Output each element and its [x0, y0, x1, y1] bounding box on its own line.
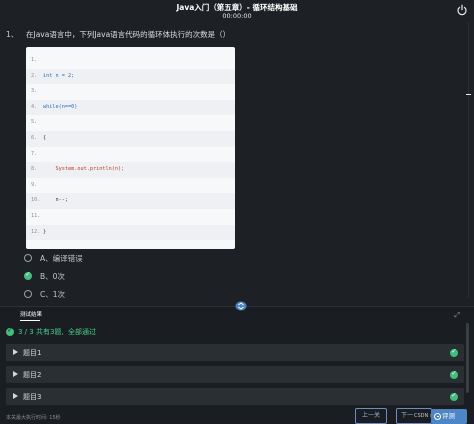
timer: 00:00:00 — [222, 12, 252, 20]
line-number: 11. — [31, 212, 41, 219]
caret-right-icon — [13, 370, 18, 377]
check-circle-icon — [450, 391, 458, 401]
summary-status: 全部通过 — [68, 328, 96, 336]
panel-scrollbar[interactable] — [466, 323, 469, 393]
tab-underline — [20, 320, 40, 321]
test-case-label: 题目1 — [23, 348, 42, 357]
radio-icon[interactable] — [24, 254, 32, 262]
code-line: 12.} — [26, 224, 235, 241]
line-number: 3. — [31, 88, 38, 95]
code-line: 7. — [26, 147, 235, 163]
radio-icon[interactable] — [24, 290, 32, 298]
option-label: B、0次 — [40, 272, 65, 281]
test-case-label: 题目3 — [23, 392, 42, 401]
line-number: 7. — [31, 150, 38, 157]
tab-test-results[interactable]: 测试结果 — [20, 310, 42, 318]
header: Java入门（第五章）- 循环结构基础 00:00:00 — [0, 0, 474, 22]
check-circle-icon — [450, 347, 458, 357]
line-number: 1. — [31, 57, 38, 63]
test-case-label: 题目2 — [23, 370, 42, 379]
line-number: 10. — [31, 197, 41, 204]
line-number: 12. — [31, 228, 41, 235]
line-number: 6. — [31, 134, 38, 141]
question-number: 1、 — [6, 30, 19, 39]
code-line: 8. System.out.println(n); — [26, 162, 235, 178]
test-case-row[interactable]: 题目2 — [6, 366, 464, 383]
code-line: 6. { — [26, 130, 235, 147]
summary-count: 3 / 3 共有3题, — [18, 328, 64, 336]
expand-icon[interactable]: ⤢ — [454, 311, 460, 320]
scroll-thumb[interactable] — [466, 94, 471, 95]
code-text: n--; — [43, 197, 68, 204]
code-line: 5. — [26, 115, 235, 131]
line-number: 9. — [31, 181, 38, 188]
checked-radio-icon[interactable] — [24, 270, 32, 280]
option-label: A、编译错误 — [40, 254, 83, 263]
evaluate-icon — [434, 412, 441, 420]
test-case-row[interactable]: 题目3 — [6, 388, 464, 405]
code-line: 3. — [26, 84, 235, 100]
code-line: 11. — [26, 209, 235, 225]
max-execution-time: 本关最大执行时间: 15秒 — [6, 415, 61, 421]
test-case-row[interactable]: 题目1 — [6, 344, 464, 361]
code-block: 1. 2. int n = 2; 3. 4. while(n==0) 5. 6.{ … — [26, 47, 235, 249]
code-line: 1. — [26, 53, 235, 69]
line-number: 8. — [31, 166, 38, 173]
check-circle-icon — [450, 369, 458, 379]
code-line: 4. while(n==0) — [26, 99, 235, 116]
code-text: System.out.println(n); — [43, 166, 125, 173]
code-text: int n = 2; — [43, 72, 75, 79]
caret-right-icon — [13, 392, 18, 399]
prev-level-button[interactable]: 上一关 — [355, 408, 387, 424]
code-text: } — [43, 228, 47, 235]
code-text: while(n==0) — [43, 103, 78, 110]
evaluate-button[interactable]: 评测 — [431, 409, 467, 424]
code-line: 2. int n = 2; — [26, 68, 235, 85]
code-text: { — [43, 134, 47, 141]
line-number: 5. — [31, 119, 38, 126]
line-number: 2. — [31, 72, 38, 79]
drag-handle-icon[interactable] — [235, 301, 247, 311]
question-text: 在Java语言中，下列Java语言代码的循环体执行的次数是（） — [26, 30, 231, 39]
line-number: 4. — [31, 103, 38, 110]
scroll-track[interactable] — [468, 22, 469, 298]
code-line: 9. — [26, 178, 235, 194]
code-line: 10. n--; — [26, 193, 235, 209]
evaluate-label: 评测 — [442, 412, 455, 420]
power-icon[interactable] — [456, 4, 468, 16]
caret-right-icon — [13, 348, 18, 355]
check-circle-icon — [6, 326, 14, 336]
option-label: C、1次 — [40, 290, 66, 299]
